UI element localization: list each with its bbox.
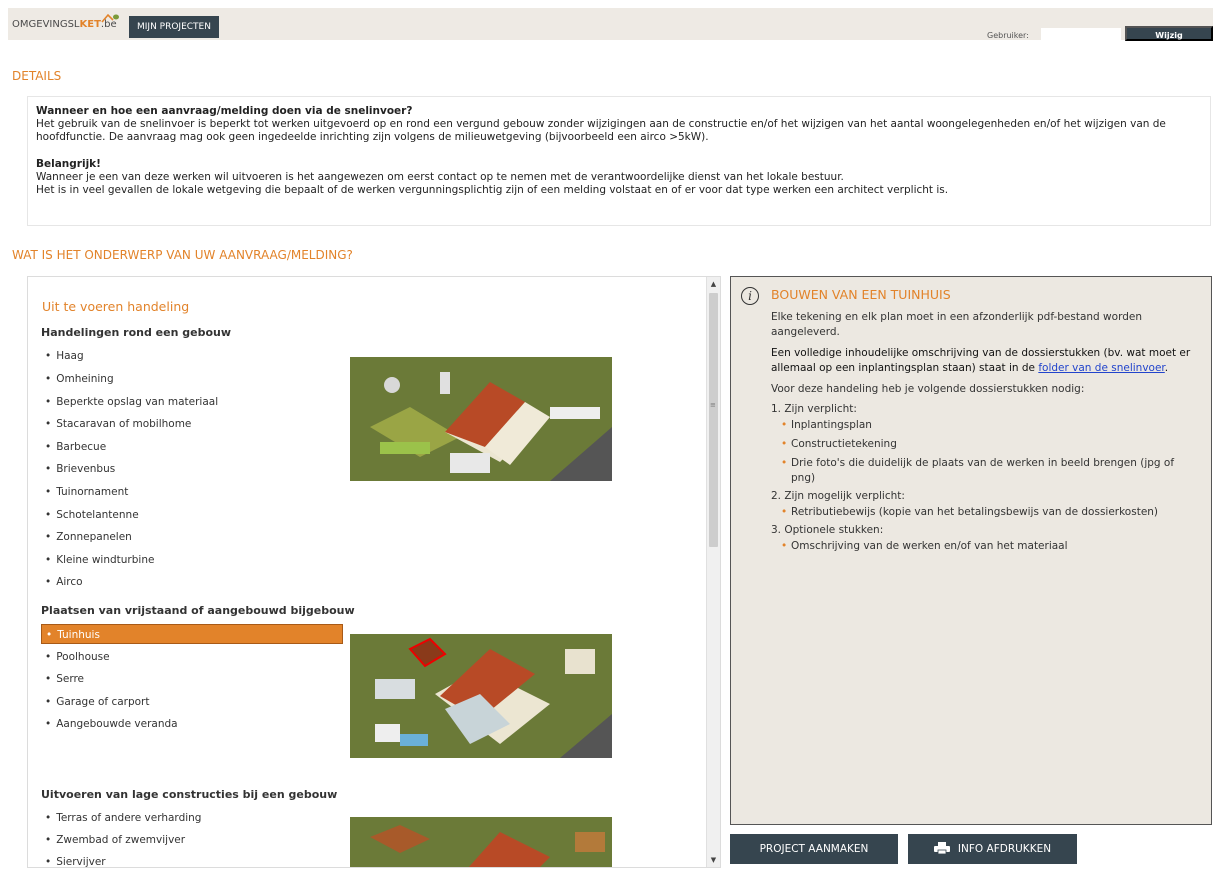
wijzig-werkrelatie-button[interactable]: Wijzig Werkrelatie (1125, 26, 1213, 55)
list-item-tuinhuis[interactable]: Tuinhuis (41, 624, 343, 644)
top-bar: OMGEVINGSLKET.be MIJN PROJECTEN Gebruike… (8, 8, 1213, 55)
list-item-airco[interactable]: Airco (41, 572, 343, 592)
doc-item: Omschrijving van de werken en/of van het… (771, 539, 1199, 554)
list-item-windturbine[interactable]: Kleine windturbine (41, 550, 343, 570)
scroll-down-arrow-icon[interactable]: ▼ (707, 853, 720, 867)
list-item-schotelantenne[interactable]: Schotelantenne (41, 505, 343, 525)
details-paragraph: Het is in veel gevallen de lokale wetgev… (36, 184, 949, 196)
mijn-projecten-button[interactable]: MIJN PROJECTEN (129, 16, 219, 38)
logo-text-accent: KET (79, 19, 101, 30)
info-icon: i (741, 287, 759, 305)
list-item-opslag[interactable]: Beperkte opslag van materiaal (41, 392, 343, 412)
info-title: BOUWEN VAN EEN TUINHUIS (771, 287, 951, 302)
section-optioneel: 3. Optionele stukken: (771, 524, 884, 536)
onderwerp-title: WAT IS HET ONDERWERP VAN UW AANVRAAG/MEL… (12, 248, 353, 262)
doc-item: Inplantingsplan (771, 418, 1199, 433)
info-panel: i BOUWEN VAN EEN TUINHUIS Elke tekening … (730, 276, 1212, 825)
info-afdrukken-button[interactable]: INFO AFDRUKKEN (908, 834, 1077, 864)
group-title: Handelingen rond een gebouw (41, 326, 232, 339)
illustration-bijgebouw (350, 634, 612, 758)
list-item-garage-carport[interactable]: Garage of carport (41, 692, 343, 712)
handeling-list-panel[interactable]: Uit te voeren handeling Handelingen rond… (27, 276, 721, 868)
details-question: Wanneer en hoe een aanvraag/melding doen… (36, 105, 413, 117)
list-item-zwembad[interactable]: Zwembad of zwemvijver (41, 830, 343, 850)
list-heading: Uit te voeren handeling (42, 299, 190, 314)
user-label: Gebruiker: (987, 31, 1029, 40)
list-item-stacaravan[interactable]: Stacaravan of mobilhome (41, 414, 343, 434)
user-name-field (1041, 28, 1121, 40)
scroll-up-arrow-icon[interactable]: ▲ (707, 277, 720, 291)
handeling-list: Uit te voeren handeling Handelingen rond… (28, 277, 706, 867)
group-title: Plaatsen van vrijstaand of aangebouwd bi… (41, 604, 355, 617)
doc-item: Retributiebewijs (kopie van het betaling… (771, 505, 1199, 520)
details-paragraph: Het gebruik van de snelinvoer is beperkt… (36, 118, 1166, 143)
details-box: Wanneer en hoe een aanvraag/melding doen… (27, 96, 1211, 226)
details-title: DETAILS (12, 69, 62, 83)
info-paragraph-folder: Een volledige inhoudelijke omschrijving … (771, 346, 1199, 376)
section-mogelijk-verplicht: 2. Zijn mogelijk verplicht: (771, 490, 905, 502)
list-scrollbar[interactable]: ▲ ≡ ▼ (706, 277, 720, 867)
info-paragraph: Elke tekening en elk plan moet in een af… (771, 311, 1142, 338)
logo-roof-icon (101, 13, 119, 23)
folder-snelinvoer-link[interactable]: folder van de snelinvoer (1038, 362, 1164, 374)
details-important: Belangrijk! (36, 158, 101, 170)
list-item-zonnepanelen[interactable]: Zonnepanelen (41, 527, 343, 547)
scroll-grip-icon: ≡ (710, 401, 716, 409)
list-item-brievenbus[interactable]: Brievenbus (41, 459, 343, 479)
illustration-lage-constructies (350, 817, 612, 867)
logo-text-part: OMGEVINGSL (12, 19, 80, 30)
list-item-tuinornament[interactable]: Tuinornament (41, 482, 343, 502)
info-paragraph: Voor deze handeling heb je volgende doss… (771, 383, 1085, 395)
list-item-omheining[interactable]: Omheining (41, 369, 343, 389)
illustration-rond-gebouw (350, 357, 612, 481)
scroll-thumb[interactable] (709, 293, 718, 547)
doc-item: Drie foto's die duidelijk de plaats van … (771, 456, 1199, 486)
doc-item: Constructietekening (771, 437, 1199, 452)
list-item-serre[interactable]: Serre (41, 669, 343, 689)
list-item-barbecue[interactable]: Barbecue (41, 437, 343, 457)
info-text: . (1164, 362, 1169, 374)
details-paragraph: Wanneer je een van deze werken wil uitvo… (36, 171, 844, 183)
list-item-siervijver[interactable]: Siervijver (41, 852, 343, 867)
list-item-poolhouse[interactable]: Poolhouse (41, 647, 343, 667)
printer-icon (933, 842, 950, 854)
app-frame: OMGEVINGSLKET.be MIJN PROJECTEN Gebruike… (8, 8, 1213, 879)
list-item-veranda[interactable]: Aangebouwde veranda (41, 714, 343, 734)
group-title: Uitvoeren van lage constructies bij een … (41, 788, 338, 801)
list-item-haag[interactable]: Haag (41, 346, 343, 366)
project-aanmaken-button[interactable]: PROJECT AANMAKEN (730, 834, 898, 864)
section-verplicht: 1. Zijn verplicht: (771, 403, 857, 415)
info-afdrukken-label: INFO AFDRUKKEN (957, 843, 1052, 855)
list-item-terras[interactable]: Terras of andere verharding (41, 808, 343, 828)
